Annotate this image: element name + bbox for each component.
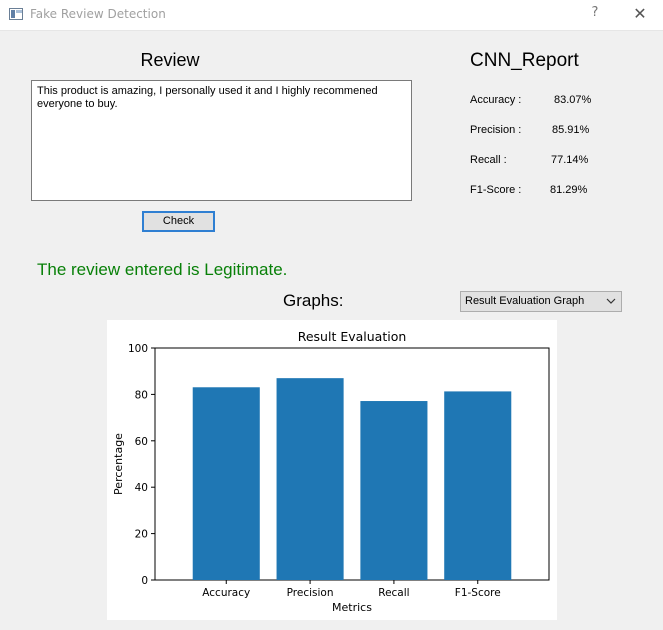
window-title: Fake Review Detection [30, 7, 166, 21]
x-tick-label-accuracy: Accuracy [202, 587, 250, 599]
metric-value-f1: 81.29% [550, 184, 588, 196]
y-axis: 0 20 40 60 80 100 [128, 343, 155, 587]
graph-type-select[interactable]: Result Evaluation Graph [460, 291, 622, 312]
bar-f1-score [444, 391, 512, 580]
metric-label-f1: F1-Score : [470, 184, 522, 196]
y-tick-label-0: 0 [141, 575, 148, 587]
bars [192, 378, 512, 580]
close-icon[interactable]: ✕ [630, 4, 650, 24]
review-heading: Review [140, 50, 200, 70]
help-button[interactable]: ? [588, 5, 602, 23]
graph-select-value: Result Evaluation Graph [465, 295, 585, 307]
y-tick-label-1: 20 [135, 529, 148, 541]
bar-accuracy [192, 387, 260, 580]
chart-svg: Result Evaluation 0 20 40 60 80 100 Accuracy P… [112, 329, 550, 614]
graphs-label: Graphs: [283, 291, 344, 310]
metric-label-accuracy: Accuracy : [470, 94, 522, 106]
metric-label-precision: Precision : [470, 124, 522, 136]
app-window-icon [9, 8, 23, 20]
metric-label-recall: Recall : [470, 154, 507, 166]
bar-precision [276, 378, 344, 580]
review-text-input[interactable]: This product is amazing, I personally us… [31, 80, 412, 201]
metric-value-accuracy: 83.07% [554, 94, 592, 106]
check-button[interactable]: Check [142, 211, 215, 232]
y-tick-label-2: 40 [135, 482, 148, 494]
metric-value-recall: 77.14% [551, 154, 589, 166]
chart-title: Result Evaluation [298, 329, 407, 344]
chevron-down-icon [606, 298, 616, 304]
x-tick-label-precision: Precision [287, 587, 334, 599]
x-axis-label: Metrics [332, 601, 372, 614]
metric-value-precision: 85.91% [552, 124, 590, 136]
report-heading: CNN_Report [470, 50, 579, 71]
x-tick-label-f1-score: F1-Score [455, 587, 501, 599]
y-tick-label-3: 60 [135, 436, 148, 448]
title-bar: Fake Review Detection ? ✕ [0, 0, 663, 31]
y-axis-label: Percentage [112, 433, 125, 495]
result-message: The review entered is Legitimate. [37, 260, 288, 279]
y-tick-label-4: 80 [135, 389, 148, 401]
result-evaluation-chart: Result Evaluation 0 20 40 60 80 100 Accuracy P… [107, 320, 557, 620]
x-axis: Accuracy Precision Recall F1-Score [202, 580, 501, 599]
bar-recall [360, 401, 428, 580]
x-tick-label-recall: Recall [378, 587, 409, 599]
y-tick-label-5: 100 [128, 343, 148, 355]
